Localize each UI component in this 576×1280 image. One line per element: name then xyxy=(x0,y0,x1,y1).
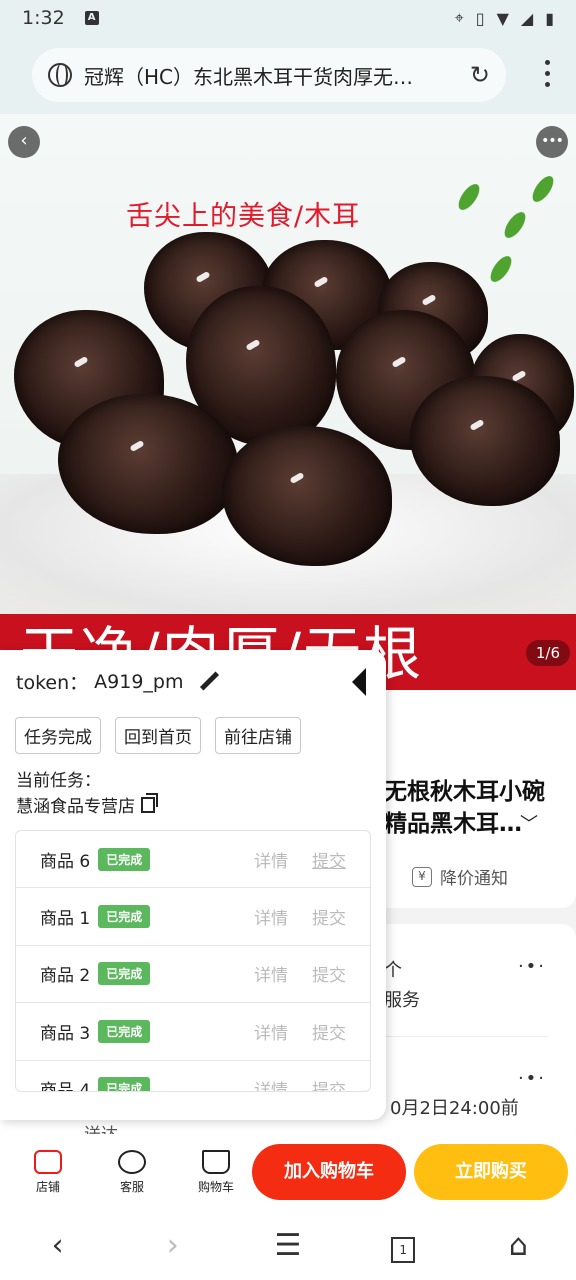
divider xyxy=(384,1036,548,1037)
list-item: 商品 1 已完成 详情 提交 xyxy=(16,888,370,946)
item-name: 商品 1 xyxy=(40,909,91,930)
buy-now-button[interactable]: 立即购买 xyxy=(414,1144,568,1200)
cart-icon xyxy=(202,1149,230,1174)
edit-icon[interactable] xyxy=(199,672,219,692)
leaf-decoration xyxy=(454,180,484,214)
wifi-icon: ▼ xyxy=(496,8,509,28)
delivery-time-text: 0月2日24:00前 xyxy=(390,1098,519,1119)
tabs-count-icon: 1 xyxy=(391,1237,416,1263)
leaf-decoration xyxy=(486,252,516,286)
current-task-store: 慧涵食品专营店 xyxy=(16,792,158,817)
vibrate-icon: ▯ xyxy=(475,8,485,28)
token-row: token： A919_pm xyxy=(16,668,219,695)
shop-label: 店铺 xyxy=(35,1179,60,1194)
detail-link[interactable]: 详情 xyxy=(254,1019,288,1044)
task-complete-button[interactable]: 任务完成 xyxy=(15,717,101,754)
status-badge: 已完成 xyxy=(98,905,151,929)
service-row-text: 个 xyxy=(384,960,402,981)
task-item-list[interactable]: 商品 6 已完成 详情 提交 商品 1 已完成 详情 提交 商品 2 已完成 详… xyxy=(15,830,371,1092)
more-dots-icon[interactable]: ·•· xyxy=(518,956,546,977)
chat-icon xyxy=(118,1149,146,1174)
price-alert-button[interactable]: ¥ 降价通知 xyxy=(412,864,508,889)
nav-forward-icon[interactable]: › xyxy=(143,1228,203,1263)
task-panel: token： A919_pm 任务完成 回到首页 前往店铺 当前任务： 慧涵食品… xyxy=(0,650,386,1120)
browser-menu-icon[interactable] xyxy=(545,60,550,87)
back-icon[interactable]: ‹ xyxy=(8,126,40,158)
status-badge: 已完成 xyxy=(98,1077,151,1091)
submit-link[interactable]: 提交 xyxy=(312,904,346,929)
detail-link[interactable]: 详情 xyxy=(254,847,288,872)
cart-label: 购物车 xyxy=(197,1179,234,1194)
location-icon: ⌖ xyxy=(454,8,464,27)
submit-link[interactable]: 提交 xyxy=(312,1019,346,1044)
image-slogan: 舌尖上的美食/木耳 xyxy=(126,201,361,232)
shop-icon xyxy=(34,1149,62,1174)
token-label: token： xyxy=(16,672,89,694)
browser-toolbar: 冠辉（HC）东北黑木耳干货肉厚无… ↻ xyxy=(0,36,576,114)
list-item: 商品 2 已完成 详情 提交 xyxy=(16,946,370,1004)
service-row-text: 服务 xyxy=(384,990,420,1011)
yen-tag-icon: ¥ xyxy=(412,866,432,887)
item-name: 商品 3 xyxy=(40,1023,91,1044)
address-bar[interactable]: 冠辉（HC）东北黑木耳干货肉厚无… ↻ xyxy=(32,48,506,102)
item-name: 商品 6 xyxy=(40,851,91,872)
nav-home-icon[interactable]: ⌂ xyxy=(488,1228,548,1263)
cart-button[interactable]: 购物车 xyxy=(174,1149,258,1195)
shop-button[interactable]: 店铺 xyxy=(6,1149,90,1195)
price-alert-label: 降价通知 xyxy=(440,869,508,889)
list-item: 商品 4 已完成 详情 提交 xyxy=(16,1061,370,1092)
item-name: 商品 4 xyxy=(40,1081,91,1092)
detail-link[interactable]: 详情 xyxy=(254,904,288,929)
token-value: A919_pm xyxy=(94,670,184,693)
status-icons: ⌖ ▯ ▼ ◢ ▮ xyxy=(455,8,554,28)
battery-icon: ▮ xyxy=(545,8,554,28)
copy-icon[interactable] xyxy=(141,792,158,813)
list-item: 商品 3 已完成 详情 提交 xyxy=(16,1003,370,1061)
submit-link[interactable]: 提交 xyxy=(312,1076,346,1091)
go-to-store-button[interactable]: 前往店铺 xyxy=(215,717,301,754)
status-badge: 已完成 xyxy=(98,962,151,986)
back-home-button[interactable]: 回到首页 xyxy=(115,717,201,754)
list-item: 商品 6 已完成 详情 提交 xyxy=(16,831,370,889)
keyboard-indicator-icon: A xyxy=(84,11,99,25)
nav-menu-icon[interactable]: ☰ xyxy=(258,1228,318,1263)
collapse-panel-icon[interactable] xyxy=(352,668,366,696)
customer-service-label: 客服 xyxy=(119,1179,144,1194)
status-time: 1:32 xyxy=(22,7,65,29)
store-name: 慧涵食品专营店 xyxy=(16,797,135,817)
panel-button-row: 任务完成 回到首页 前往店铺 xyxy=(15,717,301,754)
status-badge: 已完成 xyxy=(98,1019,151,1043)
reload-icon[interactable]: ↻ xyxy=(470,61,490,89)
leaf-decoration xyxy=(500,208,530,242)
nav-back-icon[interactable]: ‹ xyxy=(28,1228,88,1263)
more-icon[interactable]: ••• xyxy=(536,126,568,158)
detail-link[interactable]: 详情 xyxy=(254,961,288,986)
item-name: 商品 2 xyxy=(40,966,91,987)
signal-icon: ◢ xyxy=(520,8,534,28)
url-text[interactable]: 冠辉（HC）东北黑木耳干货肉厚无… xyxy=(84,61,460,90)
submit-link[interactable]: 提交 xyxy=(312,961,346,986)
nav-tabs-button[interactable]: 1 xyxy=(373,1227,433,1263)
chevron-down-icon[interactable]: ﹀ xyxy=(520,810,538,836)
status-badge: 已完成 xyxy=(98,847,151,871)
customer-service-button[interactable]: 客服 xyxy=(90,1149,174,1195)
globe-icon xyxy=(48,63,72,87)
submit-link[interactable]: 提交 xyxy=(312,847,346,872)
product-title-line1: 无根秋木耳小碗 xyxy=(384,779,545,805)
add-to-cart-button[interactable]: 加入购物车 xyxy=(252,1144,406,1200)
detail-link[interactable]: 详情 xyxy=(254,1076,288,1091)
carousel-page-indicator: 1/6 xyxy=(525,640,570,666)
more-dots-icon[interactable]: ·•· xyxy=(518,1068,546,1089)
bottom-action-bar: 店铺 客服 购物车 加入购物车 立即购买 xyxy=(0,1134,576,1210)
system-navigation-bar: ‹ › ☰ 1 ⌂ xyxy=(0,1210,576,1280)
status-bar: 1:32 A ⌖ ▯ ▼ ◢ ▮ xyxy=(0,0,576,36)
leaf-decoration xyxy=(528,172,558,206)
product-image-carousel[interactable]: ‹ ••• 舌尖上的美食/木耳 干净/肉厚/无根 1/6 xyxy=(0,114,576,690)
current-task-label: 当前任务： xyxy=(16,771,101,791)
